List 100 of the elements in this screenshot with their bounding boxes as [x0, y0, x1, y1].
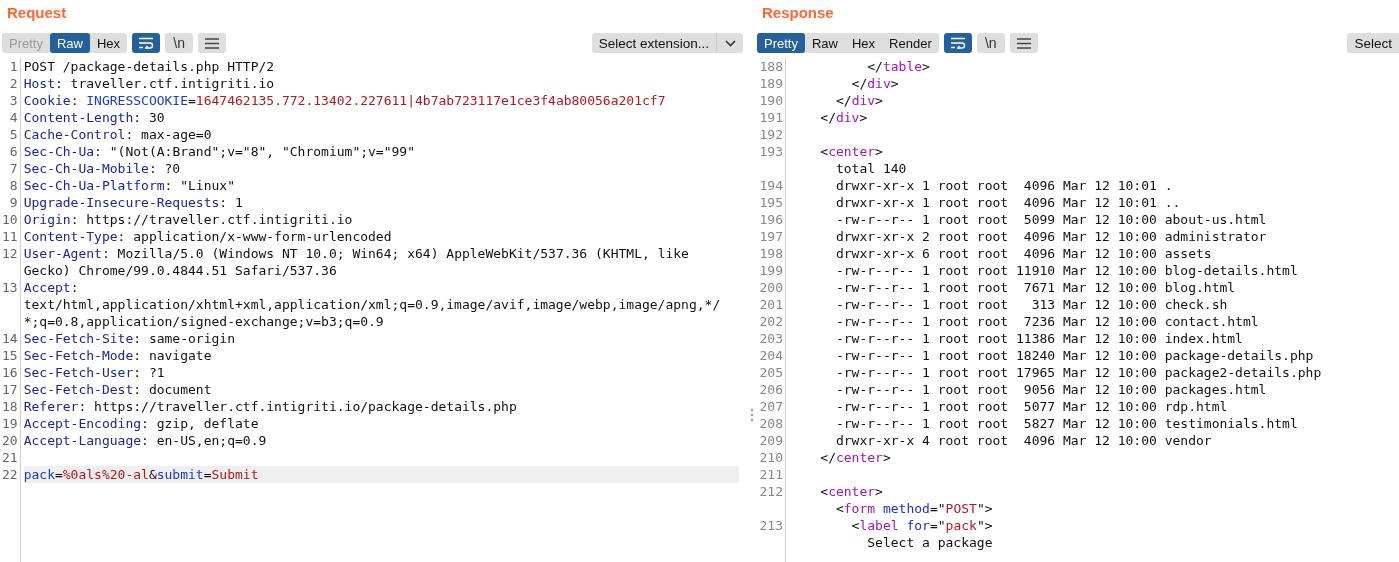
code-line: -rw-r--r-- 1 root root 11910 Mar 12 10:00 blog-details.html: [834, 263, 1298, 278]
line-number: 21: [2, 450, 18, 465]
line-number: 14: [2, 331, 18, 346]
code-line: </div>: [850, 76, 899, 91]
view-tab[interactable]: Raw: [49, 33, 90, 53]
code-line: drwxr-xr-x 1 root root 4096 Mar 12 10:01 ..: [834, 195, 1181, 210]
code-line: -rw-r--r-- 1 root root 7236 Mar 12 10:00 contact.html: [834, 314, 1259, 329]
line-number: 205: [759, 365, 783, 380]
line-number: 19: [2, 416, 18, 431]
view-tab[interactable]: Raw: [804, 33, 845, 53]
code-line: POST /package-details.php HTTP/2: [23, 59, 275, 74]
code-line: Sec-Ch-Ua: "(Not(A:Brand";v="8", "Chromium";v="99": [23, 144, 415, 159]
code-line: Sec-Fetch-Site: same-origin: [23, 331, 235, 346]
code-line: Origin: https://traveller.ctf.intigriti.io: [23, 212, 353, 227]
line-number: 189: [759, 76, 783, 91]
panel-title: Request: [6, 3, 67, 23]
line-number: 190: [759, 93, 783, 108]
line-number: 2: [9, 76, 18, 91]
code-line: Host: traveller.ctf.intigriti.io: [23, 76, 275, 91]
line-number: 188: [759, 59, 783, 74]
code-line: *;q=0.8,application/signed-exchange;v=b3;q=0.9: [23, 314, 384, 329]
menu-button[interactable]: [198, 33, 227, 53]
view-tab[interactable]: Hex: [90, 33, 128, 53]
code-line: Select a package: [866, 535, 993, 550]
code-line: Referer: https://traveller.ctf.intigriti.io/package-details.php: [23, 399, 517, 414]
line-number: 5: [9, 127, 18, 142]
line-number: 9: [9, 195, 18, 210]
line-number: 193: [759, 144, 783, 159]
menu-button[interactable]: [1009, 33, 1038, 53]
line-number: 204: [759, 348, 783, 363]
code-line: pack=%0als%20-al&submit=Submit: [23, 467, 259, 482]
line-number: 191: [759, 110, 783, 125]
wrap-icon: [138, 37, 155, 49]
line-number: 201: [759, 297, 783, 312]
code-line: -rw-r--r-- 1 root root 5077 Mar 12 10:00 rdp.html: [834, 399, 1228, 414]
view-tab[interactable]: Pretty: [757, 33, 805, 53]
code-line: -rw-r--r-- 1 root root 9056 Mar 12 10:00 packages.html: [834, 382, 1267, 397]
code-line: -rw-r--r-- 1 root root 5099 Mar 12 10:00 about-us.html: [834, 212, 1267, 227]
code-line: <center>: [819, 144, 883, 159]
newline-toggle[interactable]: \n: [165, 33, 194, 53]
line-number: 212: [759, 484, 783, 499]
code-line: -rw-r--r-- 1 root root 11386 Mar 12 10:00 index.html: [834, 331, 1243, 346]
line-number: 207: [759, 399, 783, 414]
view-tab[interactable]: Render: [882, 33, 939, 53]
code-line: Sec-Ch-Ua-Mobile: ?0: [23, 161, 181, 176]
newline-toggle[interactable]: \n: [976, 33, 1005, 53]
line-number: 195: [759, 195, 783, 210]
code-line: Sec-Fetch-Mode: navigate: [23, 348, 212, 363]
line-number: 3: [9, 93, 18, 108]
line-number: 197: [759, 229, 783, 244]
code-line: text/html,application/xhtml+xml,application/xml;q=0.9,image/avif,image/webp,image/apng,*/: [23, 297, 721, 312]
code-line: </div>: [834, 93, 883, 108]
extension-select[interactable]: Select: [1347, 33, 1399, 53]
code-line: User-Agent: Mozilla/5.0 (Windows NT 10.0; Win64; x64) AppleWebKit/537.36 (KHTML, like: [23, 246, 689, 261]
code-line: Accept-Language: en-US,en;q=0.9: [23, 433, 267, 448]
code-line: -rw-r--r-- 1 root root 18240 Mar 12 10:00 package-details.php: [834, 348, 1314, 363]
line-number: 210: [759, 450, 783, 465]
line-number: 209: [759, 433, 783, 448]
code-line: Upgrade-Insecure-Requests: 1: [23, 195, 243, 210]
wrap-toggle[interactable]: [943, 33, 972, 53]
line-number: 1: [9, 59, 18, 74]
line-number: 208: [759, 416, 783, 431]
code-line: Content-Length: 30: [23, 110, 165, 125]
code-line: -rw-r--r-- 1 root root 5827 Mar 12 10:00 testimonials.html: [834, 416, 1298, 431]
code-line: -rw-r--r-- 1 root root 17965 Mar 12 10:00 package2-details.php: [834, 365, 1322, 380]
wrap-toggle[interactable]: [132, 33, 161, 53]
code-line: Cache-Control: max-age=0: [23, 127, 212, 142]
caret-icon: [724, 39, 736, 47]
code-line: total 140: [834, 161, 907, 176]
line-number: 20: [2, 433, 18, 448]
code-line: Sec-Ch-Ua-Platform: "Linux": [23, 178, 235, 193]
line-number: 206: [759, 382, 783, 397]
line-number: 196: [759, 212, 783, 227]
code-line: Gecko) Chrome/99.0.4844.51 Safari/537.36: [23, 263, 337, 278]
code-line: drwxr-xr-x 4 root root 4096 Mar 12 10:00 vendor: [834, 433, 1212, 448]
line-number: 16: [2, 365, 18, 380]
line-number: 18: [2, 399, 18, 414]
line-number: 198: [759, 246, 783, 261]
line-number: 10: [2, 212, 18, 227]
menu-icon: [1016, 37, 1031, 49]
line-number: 202: [759, 314, 783, 329]
line-number: 12: [2, 246, 18, 261]
line-number: 22: [2, 467, 18, 482]
line-number: 200: [759, 280, 783, 295]
extension-select[interactable]: Select extension...: [591, 33, 743, 53]
code-line: drwxr-xr-x 6 root root 4096 Mar 12 10:00 assets: [834, 246, 1212, 261]
code-line: drwxr-xr-x 2 root root 4096 Mar 12 10:00 administrator: [834, 229, 1267, 244]
code-line: Accept-Encoding: gzip, deflate: [23, 416, 259, 431]
line-number: 6: [9, 144, 18, 159]
code-line: </div>: [819, 110, 868, 125]
line-number: 194: [759, 178, 783, 193]
line-number: 213: [759, 518, 783, 533]
code-line: -rw-r--r-- 1 root root 313 Mar 12 10:00 check.sh: [834, 297, 1228, 312]
code-line: -rw-r--r-- 1 root root 7671 Mar 12 10:00 blog.html: [834, 280, 1236, 295]
code-line: Accept:: [23, 280, 79, 295]
line-number: 203: [759, 331, 783, 346]
code-line: Content-Type: application/x-www-form-urlencoded: [23, 229, 392, 244]
view-tab[interactable]: Hex: [845, 33, 883, 53]
code-line: <center>: [819, 484, 883, 499]
drag-handle-icon[interactable]: [750, 408, 754, 422]
